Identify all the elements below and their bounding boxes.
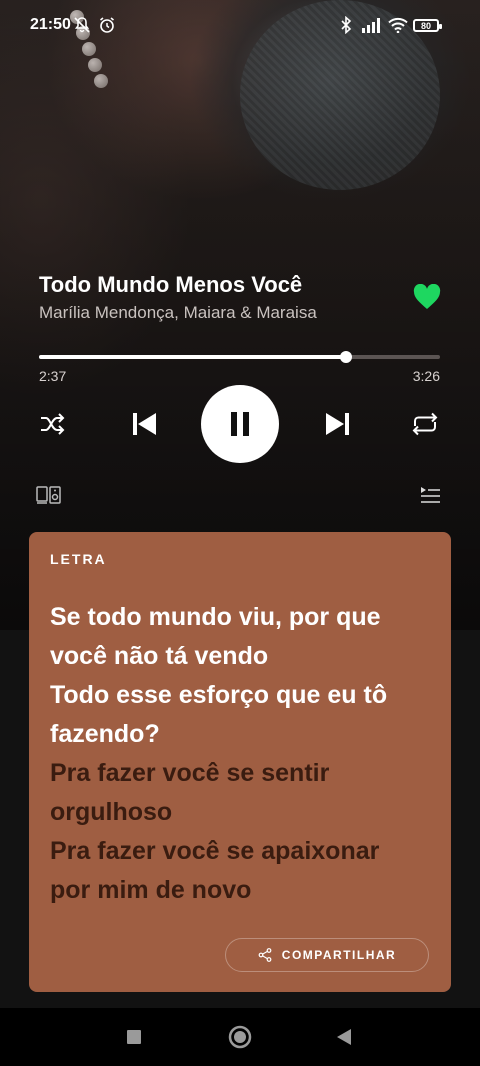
lyric-line: você não tá vendo [50, 642, 269, 670]
liked-heart-icon[interactable] [413, 283, 441, 310]
queue-icon [421, 487, 440, 503]
recents-icon [127, 1030, 141, 1044]
share-label: COMPARTILHAR [281, 948, 397, 962]
notifications-muted-icon [72, 16, 92, 34]
pause-icon [231, 412, 249, 436]
home-icon [228, 1025, 252, 1049]
repeat-icon [412, 412, 438, 436]
pause-button[interactable] [201, 385, 279, 463]
system-navigation-bar [0, 1008, 480, 1066]
track-artist[interactable]: Marília Mendonça, Maiara & Maraisa [39, 303, 317, 323]
status-bar: 21:50 80 [0, 0, 480, 52]
lyric-line: Se todo mundo viu, por que [50, 603, 381, 631]
shuffle-button[interactable] [37, 410, 69, 438]
progress-fill [39, 355, 346, 359]
recents-button[interactable] [126, 1029, 142, 1045]
back-icon [337, 1029, 351, 1045]
lyric-line: orgulhoso [50, 798, 173, 826]
lyric-line: Pra fazer você se apaixonar [50, 837, 380, 865]
progress-bar[interactable] [39, 351, 440, 363]
lyrics-label: LETRA [50, 551, 107, 567]
share-icon [258, 948, 272, 962]
connect-device-button[interactable] [36, 485, 62, 505]
devices-icon [36, 486, 61, 504]
battery-icon: 80 [413, 19, 442, 32]
skip-previous-icon [133, 413, 156, 435]
alarm-icon [97, 16, 117, 34]
signal-icon [360, 16, 384, 34]
wifi-icon [387, 16, 409, 34]
lyrics-lines: Se todo mundo viu, por que você não tá v… [50, 598, 435, 910]
lyric-line: Todo esse esforço que eu tô [50, 681, 388, 709]
lyrics-card[interactable]: LETRA Se todo mundo viu, por que você nã… [29, 532, 451, 992]
next-button[interactable] [322, 408, 354, 440]
progress-handle[interactable] [339, 351, 352, 363]
home-button[interactable] [228, 1025, 252, 1049]
lyric-line: fazendo? [50, 720, 160, 748]
lyric-line: Pra fazer você se sentir [50, 759, 330, 787]
lyric-line: por mim de novo [50, 876, 252, 904]
shuffle-icon [41, 413, 65, 435]
status-time: 21:50 [30, 16, 71, 33]
previous-button[interactable] [128, 408, 160, 440]
skip-next-icon [326, 413, 349, 435]
bluetooth-icon [338, 16, 354, 34]
share-button[interactable]: COMPARTILHAR [225, 938, 429, 972]
elapsed-time: 2:37 [39, 368, 67, 384]
queue-button[interactable] [419, 485, 441, 505]
repeat-button[interactable] [409, 410, 441, 438]
total-time: 3:26 [412, 368, 440, 384]
track-title: Todo Mundo Menos Você [39, 272, 303, 297]
back-button[interactable] [336, 1028, 352, 1046]
